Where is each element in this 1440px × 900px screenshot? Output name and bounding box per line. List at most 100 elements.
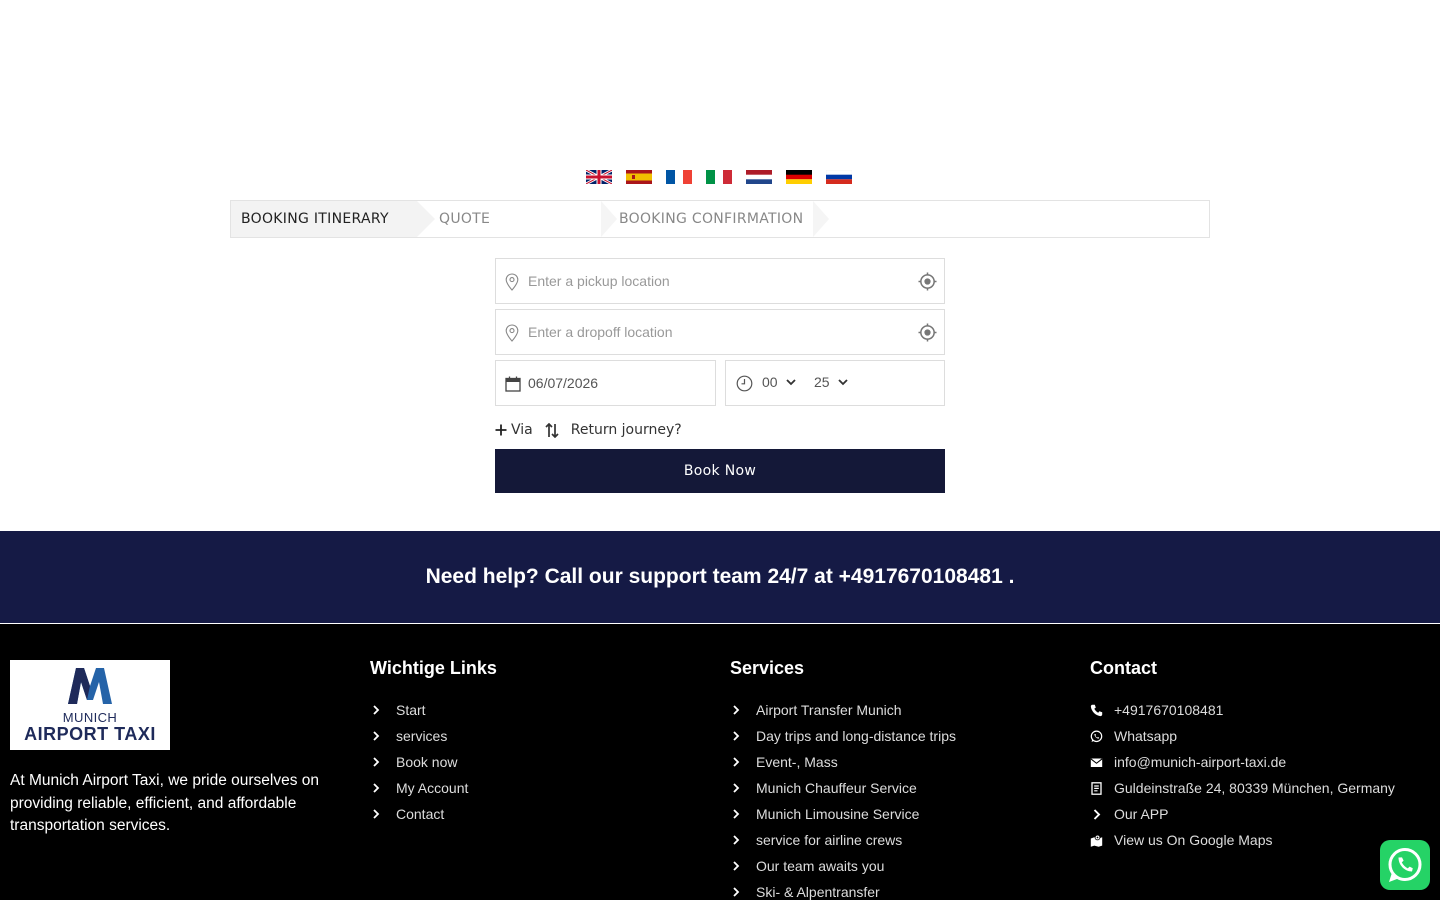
contact-app[interactable]: Our APP	[1090, 801, 1395, 827]
contact-phone[interactable]: +4917670108481	[1090, 697, 1395, 723]
contact-list: +4917670108481 Whatsapp info@munich-airp…	[1090, 697, 1395, 853]
chevron-down-icon	[837, 378, 848, 385]
chevron-right-icon	[733, 731, 740, 741]
flag-spain-icon[interactable]	[626, 170, 652, 184]
links-list: Start services Book now My Account Conta…	[370, 697, 497, 827]
contact-email[interactable]: info@munich-airport-taxi.de	[1090, 749, 1395, 775]
locate-icon[interactable]	[918, 323, 937, 342]
clock-icon	[736, 375, 753, 392]
address-icon	[1091, 781, 1102, 795]
via-label: Via	[511, 422, 533, 438]
service-link[interactable]: Airport Transfer Munich	[730, 697, 956, 723]
chevron-right-icon	[733, 887, 740, 897]
flag-germany-icon[interactable]	[786, 170, 812, 184]
map-pin-icon	[505, 324, 519, 342]
footer-link-book-now[interactable]: Book now	[370, 749, 497, 775]
contact-label: Guldeinstraße 24, 80339 München, Germany	[1114, 780, 1395, 796]
chevron-right-icon	[1093, 808, 1101, 820]
pickup-input[interactable]	[496, 259, 944, 303]
map-pin-icon	[505, 273, 519, 291]
contact-column: Contact +4917670108481 Whatsapp info@mun…	[1090, 658, 1395, 853]
flag-france-icon[interactable]	[666, 170, 692, 184]
time-field: 00 25	[725, 360, 945, 406]
services-column: Services Airport Transfer Munich Day tri…	[730, 658, 956, 900]
chevron-right-icon	[733, 783, 740, 793]
minute-value: 25	[814, 374, 830, 390]
link-label: My Account	[396, 780, 469, 796]
chevron-right-icon	[733, 809, 740, 819]
service-link[interactable]: Our team awaits you	[730, 853, 956, 879]
service-link[interactable]: Munich Chauffeur Service	[730, 775, 956, 801]
minute-select[interactable]: 25	[814, 374, 848, 390]
chevron-right-icon	[373, 757, 380, 767]
plus-icon	[495, 424, 507, 436]
contact-label: View us On Google Maps	[1114, 832, 1273, 848]
return-journey-toggle[interactable]: Return journey?	[545, 422, 682, 438]
hour-select[interactable]: 00	[762, 374, 796, 390]
service-link[interactable]: Event-, Mass	[730, 749, 956, 775]
flag-russia-icon[interactable]	[826, 170, 852, 184]
step-quote: QUOTE	[439, 211, 491, 227]
about-text: At Munich Airport Taxi, we pride ourselv…	[10, 772, 320, 834]
service-label: Munich Limousine Service	[756, 806, 920, 822]
service-label: Ski- & Alpentransfer	[756, 884, 880, 900]
whatsapp-icon	[1090, 730, 1103, 742]
footer: MUNICH AIRPORT TAXI At Munich Airport Ta…	[0, 624, 1440, 900]
service-link[interactable]: service for airline crews	[730, 827, 956, 853]
step-booking-confirmation: BOOKING CONFIRMATION	[619, 211, 804, 227]
chevron-right-icon	[373, 705, 380, 715]
pickup-field	[495, 258, 945, 304]
links-heading: Wichtige Links	[370, 658, 497, 678]
logo-title: AIRPORT TAXI	[24, 724, 156, 744]
footer-link-contact[interactable]: Contact	[370, 801, 497, 827]
swap-vertical-icon	[545, 422, 559, 438]
link-label: services	[396, 728, 448, 744]
support-banner: Need help? Call our support team 24/7 at…	[0, 531, 1440, 623]
language-switcher	[586, 170, 852, 184]
chevron-right-icon	[373, 809, 380, 819]
service-link[interactable]: Day trips and long-distance trips	[730, 723, 956, 749]
dropoff-input[interactable]	[496, 310, 944, 354]
footer-link-my-account[interactable]: My Account	[370, 775, 497, 801]
map-icon	[1090, 834, 1103, 847]
whatsapp-icon	[1388, 848, 1422, 882]
whatsapp-float-button[interactable]	[1380, 840, 1430, 890]
important-links-column: Wichtige Links Start services Book now M…	[370, 658, 497, 827]
footer-link-services[interactable]: services	[370, 723, 497, 749]
service-label: Day trips and long-distance trips	[756, 728, 956, 744]
contact-whatsapp[interactable]: Whatsapp	[1090, 723, 1395, 749]
company-logo[interactable]: MUNICH AIRPORT TAXI	[10, 660, 170, 750]
locate-icon[interactable]	[918, 272, 937, 291]
chevron-right-icon	[733, 835, 740, 845]
hour-value: 00	[762, 374, 778, 390]
chevron-right-icon	[733, 705, 740, 715]
service-label: service for airline crews	[756, 832, 903, 848]
book-now-button[interactable]: Book Now	[495, 449, 945, 493]
step-separator	[813, 201, 829, 237]
calendar-icon	[505, 376, 521, 392]
footer-link-start[interactable]: Start	[370, 697, 497, 723]
service-link[interactable]: Munich Limousine Service	[730, 801, 956, 827]
date-input[interactable]	[496, 361, 715, 405]
contact-google-maps[interactable]: View us On Google Maps	[1090, 827, 1395, 853]
logo-subtitle: MUNICH	[62, 710, 118, 725]
booking-steps: BOOKING ITINERARY QUOTE BOOKING CONFIRMA…	[230, 200, 1210, 238]
journey-options: Via Return journey?	[495, 413, 945, 447]
logo-m-icon	[68, 668, 112, 704]
dropoff-field	[495, 309, 945, 355]
add-via-button[interactable]: Via	[495, 422, 533, 438]
flag-italy-icon[interactable]	[706, 170, 732, 184]
flag-uk-icon[interactable]	[586, 170, 612, 184]
chevron-down-icon	[785, 378, 796, 385]
date-field	[495, 360, 716, 406]
chevron-right-icon	[373, 731, 380, 741]
link-label: Contact	[396, 806, 445, 822]
contact-label: info@munich-airport-taxi.de	[1114, 754, 1287, 770]
flag-netherlands-icon[interactable]	[746, 170, 772, 184]
phone-icon	[1090, 704, 1103, 716]
contact-label: Whatsapp	[1114, 728, 1178, 744]
service-label: Munich Chauffeur Service	[756, 780, 917, 796]
contact-address[interactable]: Guldeinstraße 24, 80339 München, Germany	[1090, 775, 1395, 801]
service-link[interactable]: Ski- & Alpentransfer	[730, 879, 956, 900]
link-label: Book now	[396, 754, 458, 770]
